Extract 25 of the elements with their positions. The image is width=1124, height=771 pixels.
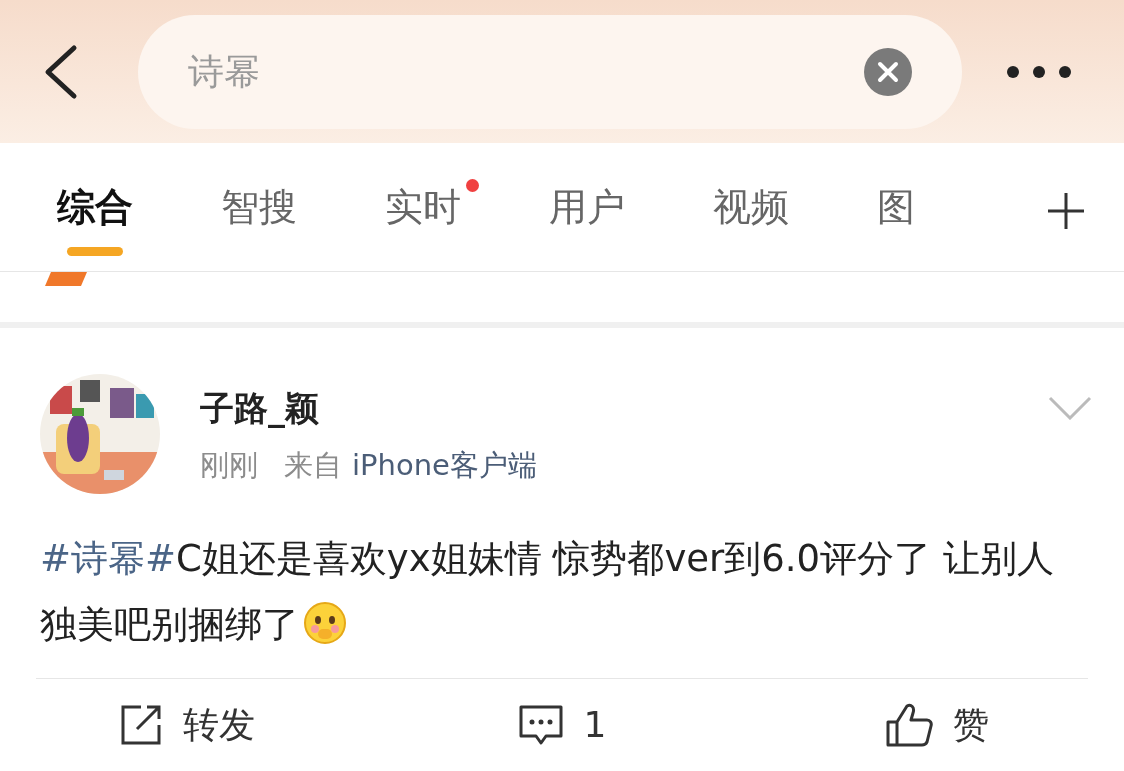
tab[interactable]: 图 <box>877 178 915 236</box>
repost-button[interactable]: 转发 <box>119 698 256 752</box>
comment-icon <box>517 704 564 746</box>
clear-icon[interactable] <box>864 47 912 96</box>
search-value: 诗幂 <box>188 49 261 94</box>
tab[interactable]: 用户 <box>549 178 625 236</box>
tab[interactable]: 实时 <box>385 178 461 236</box>
post-time: 刚刚 <box>200 447 258 484</box>
add-icon[interactable] <box>1046 191 1086 231</box>
tab[interactable]: 智搜 <box>221 178 297 236</box>
comment-button[interactable]: 1 <box>517 698 607 752</box>
like-button[interactable]: 赞 <box>884 698 989 752</box>
share-icon <box>119 703 164 747</box>
emoji-icon <box>303 601 347 645</box>
source-prefix: 来自 <box>284 447 342 484</box>
username[interactable]: 子路_颖 <box>200 386 537 430</box>
logo-icon <box>45 272 87 286</box>
source-link[interactable]: iPhone客户端 <box>352 444 537 488</box>
hashtag-link[interactable]: #诗幂# <box>40 537 176 580</box>
post-text: #诗幂#C姐还是喜欢yx姐妹情 惊势都ver到6.0评分了 让别人独美吧别捆绑了 <box>40 536 1054 648</box>
tab[interactable]: 视频 <box>713 178 789 236</box>
more-icon[interactable] <box>1006 64 1072 79</box>
like-icon <box>884 702 933 748</box>
tab[interactable]: 综合 <box>57 178 133 236</box>
tab-indicator <box>67 246 123 256</box>
